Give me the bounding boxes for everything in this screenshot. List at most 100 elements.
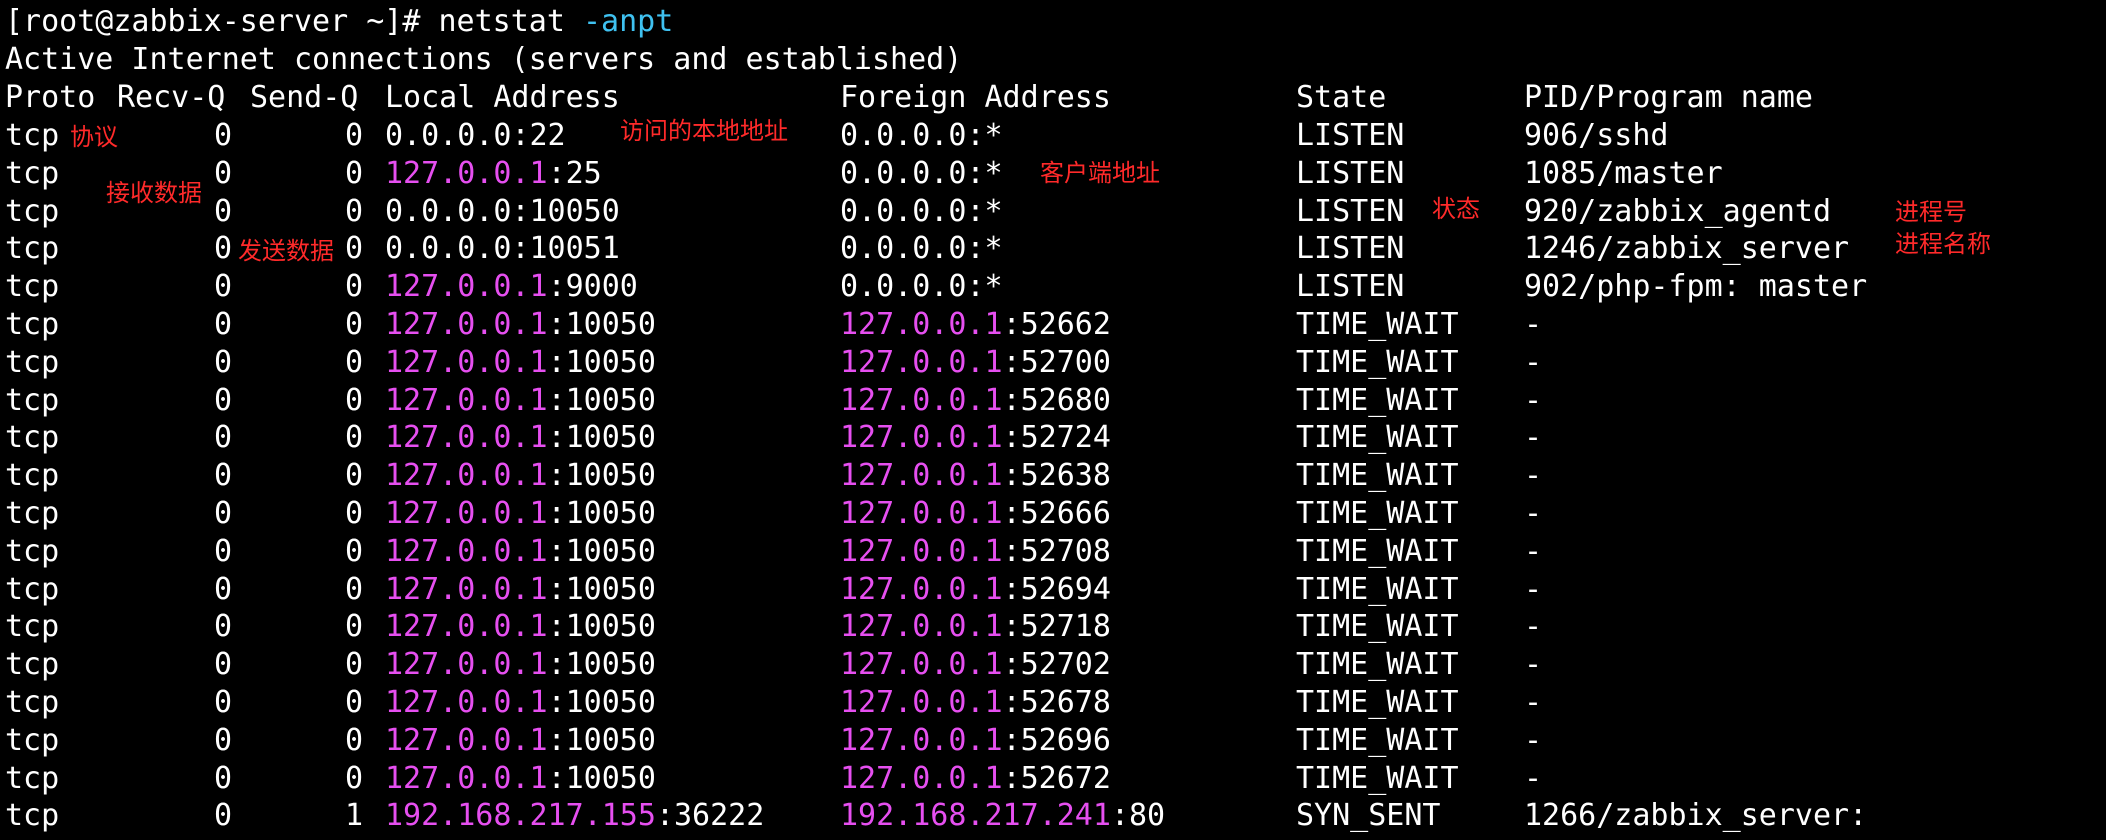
- row-state: TIME_WAIT: [1296, 458, 1459, 494]
- row-local-port: :10050: [547, 571, 656, 607]
- row-program: -: [1524, 647, 1543, 683]
- row-state: LISTEN: [1296, 118, 1405, 153]
- row-send-q: 0: [344, 118, 363, 153]
- row-recv-q: 0: [213, 647, 232, 683]
- row-send-q: 0: [344, 307, 363, 342]
- output-heading: Active Internet connections (servers and…: [0, 41, 2106, 79]
- row-local-address: 127.0.0.1:25: [385, 155, 602, 193]
- row-foreign-port: :*: [966, 118, 1003, 153]
- row-proto: tcp: [5, 231, 60, 267]
- connection-row: tcp 0 0 0.0.0.0:10050 0.0.0.0:* LISTEN 920/zab…: [0, 193, 2106, 231]
- row-local-address: 0.0.0.0:10050: [385, 193, 620, 231]
- row-state: TIME_WAIT: [1296, 533, 1459, 569]
- row-send-q: 0: [344, 609, 363, 645]
- row-foreign-port: :52678: [1002, 685, 1111, 720]
- row-foreign-port: :52708: [1002, 533, 1111, 569]
- row-recv-q: 0: [213, 722, 232, 758]
- row-local-ip: 127.0.0.1: [385, 533, 548, 569]
- row-recv-q: 0: [213, 307, 232, 342]
- row-proto: tcp: [5, 118, 60, 153]
- row-foreign-ip: 127.0.0.1: [840, 382, 1003, 418]
- row-proto: tcp: [5, 307, 60, 342]
- row-recv-q: 0: [213, 420, 232, 456]
- row-send-q: 0: [344, 458, 363, 494]
- connection-row: tcp 0 0 127.0.0.1:10050 127.0.0.1:52678 TIME_…: [0, 684, 2106, 722]
- command-flags: -anpt: [564, 4, 674, 39]
- row-local-port: :10050: [547, 344, 656, 380]
- annotation-state: 状态: [1432, 195, 1480, 223]
- row-send-q: 0: [344, 382, 363, 418]
- row-send-q: 0: [344, 647, 363, 683]
- row-foreign-port: :*: [966, 231, 1003, 267]
- row-recv-q: 0: [213, 685, 232, 720]
- row-foreign-port: :52672: [1002, 760, 1111, 796]
- row-local-port: :10050: [547, 533, 656, 569]
- row-local-port: :10050: [547, 760, 656, 796]
- connection-row: tcp 0 0 127.0.0.1:10050 127.0.0.1:52680 TIME_…: [0, 382, 2106, 420]
- row-program: 906/sshd: [1524, 118, 1669, 153]
- header-local-address: Local Address: [385, 80, 620, 115]
- row-local-address: 127.0.0.1:10050: [385, 608, 656, 646]
- row-state: LISTEN: [1296, 231, 1405, 267]
- row-recv-q: 0: [213, 533, 232, 569]
- row-program: -: [1524, 344, 1543, 380]
- row-foreign-address: 0.0.0.0:*: [840, 155, 1003, 193]
- row-local-address: 127.0.0.1:10050: [385, 533, 656, 571]
- row-foreign-address: 127.0.0.1:52708: [840, 533, 1111, 571]
- row-foreign-ip: 127.0.0.1: [840, 685, 1003, 720]
- row-program: -: [1524, 420, 1543, 456]
- row-foreign-ip: 127.0.0.1: [840, 344, 1003, 380]
- row-foreign-address: 127.0.0.1:52724: [840, 419, 1111, 457]
- row-foreign-port: :52696: [1002, 722, 1111, 758]
- header-recv-q: Recv-Q: [117, 80, 226, 115]
- row-program: -: [1524, 496, 1543, 531]
- annotation-recv-data: 接收数据: [106, 179, 202, 207]
- row-local-ip: 127.0.0.1: [385, 420, 548, 456]
- row-foreign-port: :52662: [1002, 307, 1111, 342]
- row-proto: tcp: [5, 458, 60, 494]
- row-state: TIME_WAIT: [1296, 722, 1459, 758]
- row-local-address: 0.0.0.0:22: [385, 117, 566, 155]
- row-local-port: :10050: [547, 609, 656, 645]
- row-foreign-address: 127.0.0.1:52678: [840, 684, 1111, 722]
- row-state: TIME_WAIT: [1296, 760, 1459, 796]
- row-recv-q: 0: [213, 458, 232, 494]
- annotation-protocol: 协议: [70, 123, 118, 151]
- row-proto: tcp: [5, 685, 60, 720]
- row-foreign-address: 127.0.0.1:52718: [840, 608, 1111, 646]
- header-program: PID/Program name: [1524, 80, 1813, 115]
- row-foreign-address: 127.0.0.1:52696: [840, 722, 1111, 760]
- row-program: 902/php-fpm: master: [1524, 269, 1868, 305]
- row-local-address: 127.0.0.1:10050: [385, 306, 656, 344]
- row-state: TIME_WAIT: [1296, 685, 1459, 720]
- row-foreign-address: 127.0.0.1:52666: [840, 495, 1111, 533]
- row-proto: tcp: [5, 193, 60, 229]
- row-proto: tcp: [5, 382, 60, 418]
- row-state: TIME_WAIT: [1296, 420, 1459, 456]
- row-foreign-ip: 0.0.0.0: [840, 231, 967, 267]
- row-send-q: 0: [344, 155, 363, 191]
- terminal-window[interactable]: [root@zabbix-server ~]# netstat -anpt Ac…: [0, 0, 2106, 840]
- row-send-q: 0: [344, 533, 363, 569]
- connection-row: tcp 0 0 127.0.0.1:10050 127.0.0.1:52638 TIME_…: [0, 457, 2106, 495]
- row-foreign-port: :52680: [1002, 382, 1111, 418]
- row-recv-q: 0: [213, 571, 232, 607]
- row-foreign-ip: 192.168.217.241: [840, 798, 1111, 834]
- row-program: -: [1524, 458, 1543, 494]
- row-foreign-ip: 127.0.0.1: [840, 420, 1003, 456]
- row-program: -: [1524, 533, 1543, 569]
- row-local-ip: 127.0.0.1: [385, 307, 548, 342]
- row-state: SYN_SENT: [1296, 798, 1441, 834]
- row-proto: tcp: [5, 722, 60, 758]
- row-send-q: 0: [344, 496, 363, 531]
- row-foreign-port: :*: [966, 155, 1003, 191]
- row-local-address: 127.0.0.1:10050: [385, 760, 656, 798]
- row-foreign-address: 127.0.0.1:52680: [840, 382, 1111, 420]
- row-local-address: 127.0.0.1:10050: [385, 419, 656, 457]
- command-name: netstat: [438, 4, 565, 39]
- header-foreign-address: Foreign Address: [840, 80, 1111, 115]
- row-local-port: :10050: [547, 307, 656, 342]
- row-recv-q: 0: [213, 798, 232, 834]
- row-recv-q: 0: [213, 382, 232, 418]
- row-local-port: :10050: [547, 685, 656, 720]
